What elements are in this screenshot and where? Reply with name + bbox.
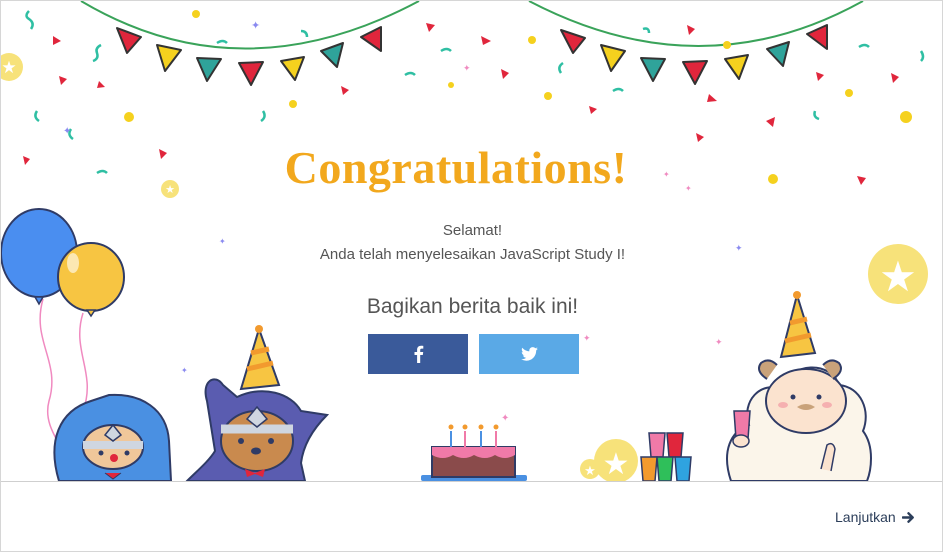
star-badge-bottom: ★ ★ [580, 439, 638, 481]
svg-text:★: ★ [603, 448, 630, 481]
twitter-icon [520, 347, 538, 361]
svg-text:✦: ✦ [63, 126, 71, 137]
star-badge-left: ★ [1, 53, 23, 81]
dialog-title: Congratulations! [284, 142, 628, 193]
sheep-character [726, 291, 872, 481]
share-heading: Bagikan berita baik ini! [366, 295, 579, 318]
message-line-course: Anda telah menyelesaikan JavaScript Stud… [319, 246, 626, 263]
svg-text:✦: ✦ [501, 413, 509, 424]
svg-text:✦: ✦ [463, 63, 471, 73]
confetti: ✦ ✦ ✦ ✦ ✦ ✦ ✦ ✦ ✦ ✦ ✦ [23, 10, 925, 424]
arrow-right-icon [901, 511, 914, 523]
svg-text:★: ★ [1, 58, 16, 77]
footer-divider [1, 481, 942, 482]
completion-message: Selamat! Anda telah menyelesaikan JavaSc… [1, 219, 942, 267]
birthday-cake [421, 424, 527, 481]
svg-text:✦: ✦ [583, 333, 591, 343]
ninja-character-purple [185, 325, 330, 481]
ninja-character-blue [53, 393, 173, 481]
svg-text:✦: ✦ [251, 20, 260, 32]
svg-text:✦: ✦ [715, 337, 723, 347]
party-cups [640, 432, 692, 481]
facebook-icon [414, 345, 423, 363]
share-facebook-button[interactable] [368, 334, 468, 374]
share-twitter-button[interactable] [479, 334, 579, 374]
svg-text:★: ★ [584, 463, 596, 478]
svg-text:✦: ✦ [181, 366, 188, 375]
congratulations-dialog: ✦ ✦ ✦ ✦ ✦ ✦ ✦ ✦ ✦ ✦ ✦ ★ ★ ★ ★ ★ Congratu… [0, 0, 943, 552]
continue-button[interactable]: Lanjutkan [835, 507, 915, 527]
continue-label: Lanjutkan [835, 509, 896, 525]
message-line-greeting: Selamat! [442, 222, 503, 239]
